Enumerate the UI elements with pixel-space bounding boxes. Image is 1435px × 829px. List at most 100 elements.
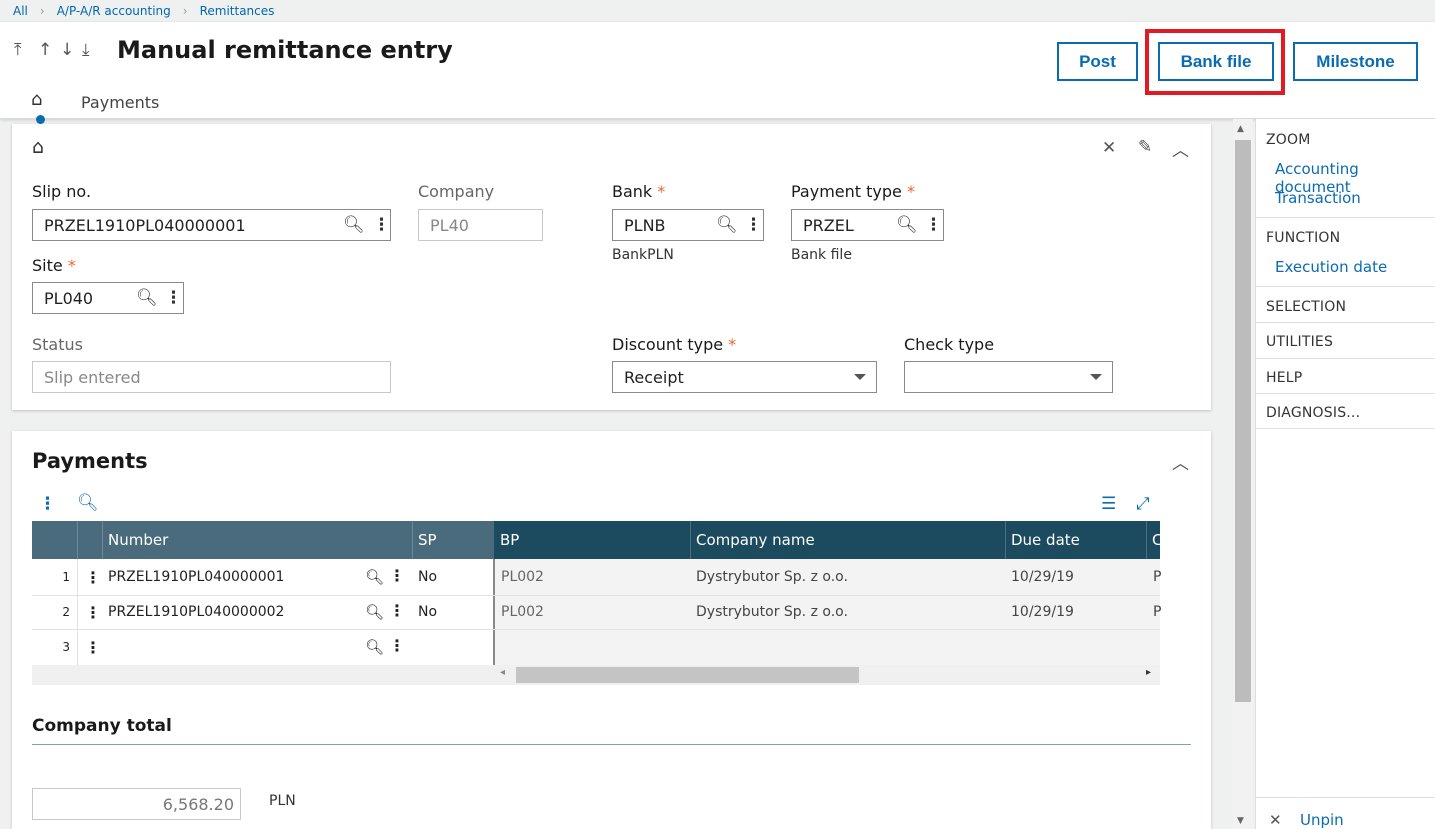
search-icon[interactable]: 🔍︎ xyxy=(365,559,384,595)
cell-bp[interactable]: PL002 xyxy=(501,559,544,595)
discount-type-label: Discount type * xyxy=(612,335,737,354)
col-due-date[interactable]: Due date xyxy=(1005,521,1146,559)
more-icon[interactable]: ⋮ xyxy=(389,627,405,663)
diagnosis-group[interactable]: DIAGNOSIS... xyxy=(1266,405,1360,421)
scroll-down-icon[interactable]: ▼ xyxy=(1237,816,1244,826)
pin-icon[interactable]: ✕ xyxy=(1102,138,1116,158)
col-sp[interactable]: SP xyxy=(412,521,492,559)
company-total-field: 6,568.20 xyxy=(32,788,241,820)
search-icon[interactable]: 🔍︎ xyxy=(343,215,365,235)
col-company-name[interactable]: Company name xyxy=(690,521,1005,559)
grid-actions-icon[interactable]: ⋮ xyxy=(39,494,56,514)
col-number[interactable]: Number xyxy=(102,521,402,559)
cell-number[interactable]: PRZEL1910PL040000002 xyxy=(108,595,284,629)
last-record-icon[interactable]: ⤓ xyxy=(82,40,90,60)
more-icon[interactable]: ⋮ xyxy=(165,288,182,308)
function-execution-date[interactable]: Execution date xyxy=(1275,258,1387,276)
row-menu-icon[interactable]: ⋮ xyxy=(85,595,101,629)
layers-icon[interactable]: ☰ xyxy=(1101,494,1116,514)
site-value: PL040 xyxy=(44,288,94,308)
more-icon[interactable]: ⋮ xyxy=(373,215,390,235)
search-icon[interactable]: 🔍︎ xyxy=(365,595,384,629)
status-label: Status xyxy=(32,335,83,354)
search-icon[interactable]: 🔍︎ xyxy=(365,629,384,665)
check-type-select[interactable] xyxy=(904,361,1113,393)
first-record-icon[interactable]: ⤒ xyxy=(14,40,22,60)
scroll-up-icon[interactable]: ▲ xyxy=(1237,124,1244,134)
tab-home-icon[interactable]: ⌂ xyxy=(31,89,42,110)
bank-value: PLNB xyxy=(624,215,666,235)
cell-sp[interactable]: No xyxy=(418,595,437,629)
cell-bp[interactable]: PL002 xyxy=(501,595,544,629)
bank-field[interactable]: PLNB 🔍︎ ⋮ xyxy=(612,209,764,241)
post-button[interactable]: Post xyxy=(1057,42,1138,81)
zoom-transaction[interactable]: Transaction xyxy=(1275,189,1361,207)
cell-company-name[interactable]: Dystrybutor Sp. z o.o. xyxy=(696,595,848,629)
company-total-title: Company total xyxy=(32,716,172,736)
row-index: 1 xyxy=(62,570,70,584)
slip-no-value: PRZEL1910PL040000001 xyxy=(44,215,246,235)
expand-icon[interactable]: ⤢ xyxy=(1136,494,1150,514)
divider xyxy=(32,744,1191,745)
cell-number[interactable]: PRZEL1910PL040000001 xyxy=(108,559,284,595)
selection-group[interactable]: SELECTION xyxy=(1266,299,1346,315)
horizontal-scrollbar-thumb[interactable] xyxy=(516,667,859,683)
slip-no-label: Slip no. xyxy=(32,182,92,201)
payment-type-description: Bank file xyxy=(791,247,852,263)
tab-payments[interactable]: Payments xyxy=(81,93,159,112)
cell-sp[interactable]: No xyxy=(418,559,437,595)
zoom-group: ZOOM xyxy=(1266,132,1311,148)
next-record-icon[interactable]: ↓ xyxy=(60,40,74,60)
unpin-button[interactable]: Unpin xyxy=(1300,811,1344,829)
cell-next[interactable]: P xyxy=(1153,559,1161,595)
company-field: PL40 xyxy=(418,209,543,241)
company-total-currency: PLN xyxy=(269,793,296,809)
previous-record-icon[interactable]: ↑ xyxy=(38,40,52,60)
site-field[interactable]: PL040 🔍︎ ⋮ xyxy=(32,282,184,314)
cell-due-date[interactable]: 10/29/19 xyxy=(1011,559,1074,595)
col-bp[interactable]: BP xyxy=(494,521,690,559)
active-tab-indicator xyxy=(36,115,45,124)
milestone-button[interactable]: Milestone xyxy=(1293,42,1418,81)
home-icon: ⌂ xyxy=(32,136,45,158)
chevron-right-icon: › xyxy=(39,4,45,18)
breadcrumb-all[interactable]: All xyxy=(13,4,28,18)
cell-next[interactable]: P xyxy=(1153,595,1161,629)
utilities-group[interactable]: UTILITIES xyxy=(1266,334,1333,350)
breadcrumb-ap-ar[interactable]: A/P-A/R accounting xyxy=(57,4,171,18)
row-menu-icon[interactable]: ⋮ xyxy=(85,559,101,595)
col-next[interactable]: C xyxy=(1146,521,1160,559)
breadcrumb-remittances[interactable]: Remittances xyxy=(200,4,275,18)
right-panel: ZOOM Accounting document Transaction FUN… xyxy=(1255,119,1435,829)
collapse-icon[interactable]: ︿ xyxy=(1172,136,1189,161)
discount-type-value: Receipt xyxy=(624,367,684,387)
scroll-right-icon[interactable]: ▸ xyxy=(1146,667,1151,678)
payments-grid: Number SP BP Company name Due date C 1 ⋮… xyxy=(32,521,1161,685)
discount-type-select[interactable]: Receipt xyxy=(612,361,877,393)
more-icon[interactable]: ⋮ xyxy=(389,557,405,593)
search-icon[interactable]: 🔍︎ xyxy=(896,215,918,235)
site-label: Site * xyxy=(32,256,76,275)
bank-description: BankPLN xyxy=(612,247,674,263)
vertical-scrollbar-thumb[interactable] xyxy=(1235,140,1251,702)
highlight-box xyxy=(1145,29,1285,95)
check-type-label: Check type xyxy=(904,335,995,354)
payment-type-field[interactable]: PRZEL 🔍︎ ⋮ xyxy=(791,209,944,241)
more-icon[interactable]: ⋮ xyxy=(745,215,762,235)
more-icon[interactable]: ⋮ xyxy=(389,593,405,627)
breadcrumb: All › A/P-A/R accounting › Remittances xyxy=(0,0,1435,22)
more-icon[interactable]: ⋮ xyxy=(925,215,942,235)
grid-search-icon[interactable]: 🔍︎ xyxy=(77,493,99,513)
row-menu-icon[interactable]: ⋮ xyxy=(85,629,101,665)
slip-no-field[interactable]: PRZEL1910PL040000001 🔍︎ ⋮ xyxy=(32,209,391,241)
cell-company-name[interactable]: Dystrybutor Sp. z o.o. xyxy=(696,559,848,595)
collapse-icon[interactable]: ︿ xyxy=(1172,449,1189,474)
unpin-icon[interactable]: ✕ xyxy=(1269,811,1282,829)
scroll-left-icon[interactable]: ◂ xyxy=(500,667,505,678)
cell-due-date[interactable]: 10/29/19 xyxy=(1011,595,1074,629)
company-value: PL40 xyxy=(430,215,469,235)
search-icon[interactable]: 🔍︎ xyxy=(716,215,738,235)
edit-icon[interactable]: ✎ xyxy=(1138,137,1152,157)
search-icon[interactable]: 🔍︎ xyxy=(136,288,158,308)
help-group[interactable]: HELP xyxy=(1266,370,1302,386)
